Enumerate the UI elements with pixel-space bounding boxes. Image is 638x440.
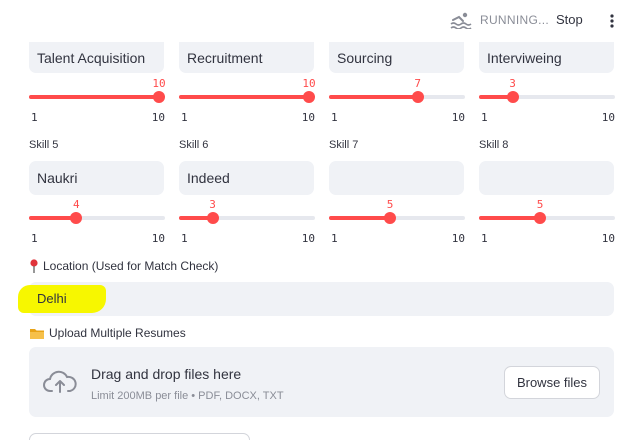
skill-3-value: Sourcing (337, 49, 393, 66)
skill-5-weight-slider[interactable]: 4 1 10 (29, 198, 165, 248)
slider-min: 1 (481, 232, 488, 245)
skill-7-weight-slider[interactable]: 5 1 10 (329, 198, 465, 248)
skill-6-label: Skill 6 (179, 139, 209, 151)
slider-fill (29, 95, 159, 99)
skill-8-weight-slider[interactable]: 5 1 10 (479, 198, 615, 248)
slider-max: 10 (151, 232, 165, 245)
slider-min: 1 (331, 232, 338, 245)
slider-thumb[interactable] (506, 91, 519, 103)
skill-3-input[interactable]: Sourcing (329, 42, 464, 73)
slider-thumb[interactable] (384, 212, 397, 224)
slider-thumb[interactable] (303, 91, 315, 103)
slider-max: 10 (301, 232, 315, 245)
slider-value: 3 (209, 198, 216, 211)
running-indicator: RUNNING... (450, 11, 549, 29)
folder-icon (30, 328, 44, 339)
dropzone-subtitle: Limit 200MB per file • PDF, DOCX, TXT (91, 390, 284, 402)
slider-max: 10 (601, 111, 615, 124)
slider-value: 10 (302, 77, 316, 90)
skill-2-input[interactable]: Recruitment (179, 42, 314, 73)
slider-fill (479, 216, 541, 220)
skill-8-input[interactable] (479, 161, 614, 195)
slider-min: 1 (181, 232, 188, 245)
skill-1-weight-slider[interactable]: 10 1 10 (29, 77, 166, 127)
location-value: Delhi (37, 291, 67, 306)
skill-4-value: Interviweing (487, 49, 562, 66)
skill-1-value: Talent Acquisition (37, 49, 146, 66)
slider-fill (29, 216, 77, 220)
slider-min: 1 (331, 111, 338, 124)
next-widget[interactable] (29, 433, 250, 440)
skill-5-label: Skill 5 (29, 139, 59, 151)
slider-max: 10 (601, 232, 615, 245)
slider-value: 7 (414, 77, 421, 90)
slider-min: 1 (481, 111, 488, 124)
skill-8-label: Skill 8 (479, 139, 509, 151)
dropzone-title: Drag and drop files here (91, 366, 242, 382)
skill-7-input[interactable] (329, 161, 464, 195)
slider-fill (179, 95, 309, 99)
file-dropzone[interactable]: Drag and drop files here Limit 200MB per… (29, 347, 614, 417)
location-label-text: Location (Used for Match Check) (43, 259, 219, 273)
skill-6-value: Indeed (187, 170, 230, 186)
skill-4-input[interactable]: Interviweing (479, 42, 614, 73)
slider-thumb[interactable] (534, 212, 547, 224)
skill-4-weight-slider[interactable]: 3 1 10 (479, 77, 615, 127)
skill-6-weight-slider[interactable]: 3 1 10 (179, 198, 315, 248)
slider-value: 5 (386, 198, 394, 211)
cloud-upload-icon (43, 370, 77, 393)
slider-fill (329, 95, 418, 99)
slider-thumb[interactable] (411, 91, 424, 103)
skill-3-weight-slider[interactable]: 7 1 10 (329, 77, 465, 127)
browse-files-button[interactable]: Browse files (504, 366, 600, 399)
upload-label: Upload Multiple Resumes (29, 326, 186, 340)
skill-7-label: Skill 7 (329, 139, 359, 151)
slider-min: 1 (181, 111, 188, 124)
slider-value: 3 (509, 77, 516, 90)
slider-value: 10 (152, 77, 166, 90)
slider-min: 1 (31, 111, 38, 124)
skill-6-input[interactable]: Indeed (179, 161, 314, 195)
slider-thumb[interactable] (70, 212, 83, 224)
location-label: Location (Used for Match Check) (29, 259, 218, 273)
kebab-menu-icon[interactable] (606, 13, 618, 29)
app-header: RUNNING... Stop (0, 0, 638, 42)
swimmer-icon (450, 12, 472, 29)
upload-label-text: Upload Multiple Resumes (49, 326, 186, 340)
slider-max: 10 (451, 232, 465, 245)
pushpin-icon (30, 259, 38, 273)
skill-5-value: Naukri (37, 170, 78, 186)
skill-2-weight-slider[interactable]: 10 1 10 (179, 77, 316, 127)
skill-5-input[interactable]: Naukri (29, 161, 164, 195)
slider-thumb[interactable] (153, 91, 165, 103)
running-status-text: RUNNING... (480, 13, 549, 27)
slider-max: 10 (151, 111, 165, 124)
skill-1-input[interactable]: Talent Acquisition (29, 42, 164, 73)
stop-button[interactable]: Stop (556, 12, 583, 27)
slider-value: 5 (536, 198, 544, 211)
slider-max: 10 (451, 111, 465, 124)
slider-value: 4 (73, 198, 80, 211)
slider-thumb[interactable] (206, 212, 219, 224)
slider-max: 10 (301, 111, 315, 124)
slider-min: 1 (31, 232, 38, 245)
location-input[interactable] (29, 282, 614, 316)
slider-fill (329, 216, 391, 220)
skill-2-value: Recruitment (187, 49, 263, 66)
